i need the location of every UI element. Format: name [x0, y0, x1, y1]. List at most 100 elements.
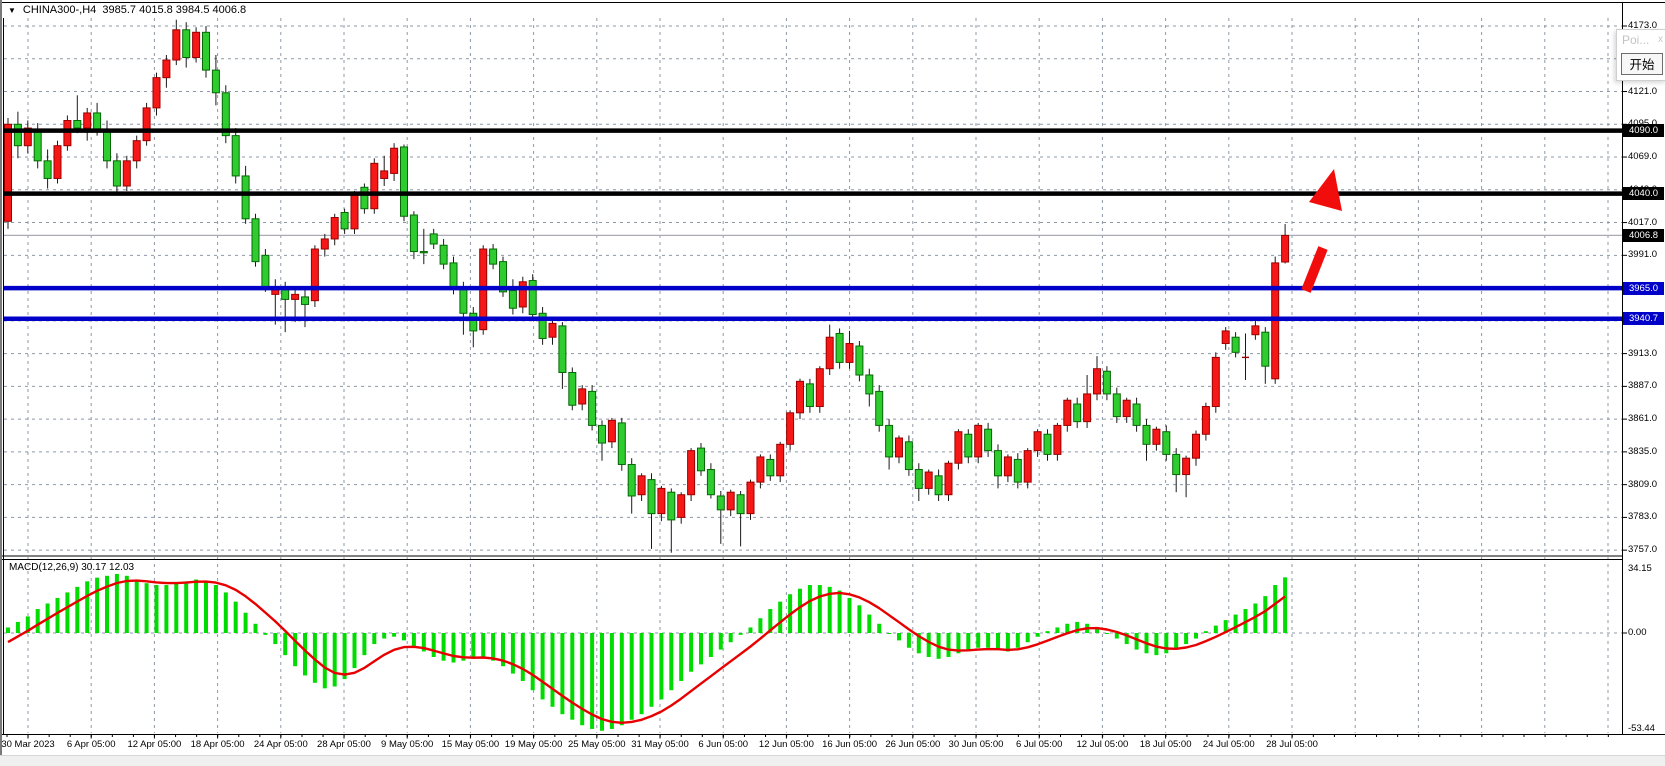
candle-bear — [450, 263, 457, 287]
macd-histogram-bar — [283, 633, 287, 655]
macd-histogram-bar — [273, 633, 277, 644]
time-axis-label: 24 Jul 05:00 — [1203, 739, 1255, 750]
time-axis-label: 26 Jun 05:00 — [885, 739, 940, 750]
time-axis-label: 6 Jul 05:00 — [1016, 739, 1062, 750]
time-axis-label: 24 Apr 05:00 — [254, 739, 308, 750]
start-button[interactable]: 开始 — [1621, 53, 1663, 75]
candle-bull — [787, 413, 794, 445]
candle-bull — [608, 420, 615, 441]
macd-histogram-bar — [204, 581, 208, 633]
candle-bull — [331, 218, 338, 239]
candle-bull — [1212, 357, 1219, 406]
chart-window: ▼CHINA300-,H4 3985.7 4015.8 3984.5 4006.… — [0, 0, 1665, 765]
macd-histogram-bar — [254, 624, 258, 633]
macd-histogram-bar — [541, 633, 545, 699]
macd-histogram-bar — [610, 633, 614, 729]
price-axis-label: 3835.0 — [1628, 446, 1657, 457]
candle-bear — [589, 391, 596, 425]
time-axis-label: 30 Mar 2023 — [1, 739, 54, 750]
candle-bull — [945, 463, 952, 495]
candle-bull — [727, 492, 734, 510]
macd-histogram-bar — [659, 633, 663, 699]
price-axis-label: 3913.0 — [1628, 348, 1657, 359]
candle-bull — [1034, 432, 1041, 451]
time-axis-label: 18 Apr 05:00 — [191, 739, 245, 750]
script-panel-title: Poi... — [1622, 33, 1649, 47]
macd-histogram-bar — [1055, 627, 1059, 633]
macd-histogram-bar — [491, 633, 495, 661]
macd-histogram-bar — [353, 633, 357, 668]
candle-bear — [628, 464, 635, 496]
candle-bull — [658, 488, 665, 513]
candle-bear — [698, 448, 705, 471]
macd-histogram-bar — [1046, 631, 1050, 633]
candle-bear — [866, 375, 873, 394]
macd-axis-max-label: 34.15 — [1628, 563, 1652, 574]
candle-bull — [193, 32, 200, 57]
candle-bull — [638, 476, 645, 495]
macd-histogram-bar — [739, 633, 743, 635]
candle-bear — [668, 492, 675, 520]
candle-bull — [311, 249, 318, 301]
candle-bear — [212, 70, 219, 93]
macd-histogram-bar — [224, 592, 228, 633]
macd-histogram-bar — [986, 633, 990, 648]
candle-bear — [599, 425, 606, 443]
price-axis-label: 3783.0 — [1628, 511, 1657, 522]
macd-histogram-bar — [135, 579, 139, 633]
candle-bear — [1044, 434, 1051, 454]
macd-histogram-bar — [323, 633, 327, 688]
macd-histogram-bar — [1174, 633, 1178, 650]
script-panel-window[interactable]: Poi... x 开始 — [1616, 29, 1665, 81]
candle-bear — [410, 215, 417, 252]
candle-bull — [1193, 434, 1200, 458]
macd-histogram-bar — [125, 576, 129, 633]
candle-bear — [203, 32, 210, 70]
macd-histogram-bar — [16, 622, 20, 633]
macd-histogram-bar — [877, 624, 881, 633]
candle-bear — [183, 30, 190, 58]
time-axis-label: 12 Jun 05:00 — [759, 739, 814, 750]
candle-bull — [955, 432, 962, 464]
macd-histogram-bar — [798, 589, 802, 633]
macd-histogram-bar — [630, 633, 634, 720]
macd-histogram-bar — [184, 581, 188, 633]
candle-bear — [242, 176, 249, 219]
macd-histogram-bar — [699, 633, 703, 664]
macd-histogram-bar — [174, 583, 178, 633]
candle-bear — [34, 131, 41, 161]
candle-bull — [1282, 235, 1289, 262]
chart-canvas[interactable] — [0, 0, 1665, 765]
price-axis-label: 3887.0 — [1628, 380, 1657, 391]
macd-histogram-bar — [402, 633, 406, 640]
macd-histogram-bar — [976, 633, 980, 648]
macd-histogram-bar — [620, 633, 624, 725]
candle-bull — [123, 161, 130, 186]
candle-bull — [381, 171, 388, 179]
macd-histogram-bar — [1036, 633, 1040, 637]
trend-arrow-shaft[interactable] — [1306, 248, 1323, 291]
macd-signal-line — [8, 581, 1285, 723]
candle-bear — [490, 249, 497, 264]
candle-bull — [1153, 429, 1160, 444]
candle-bull — [925, 472, 932, 488]
macd-histogram-bar — [897, 633, 901, 640]
candle-bull — [1252, 326, 1259, 335]
macd-histogram-bar — [857, 605, 861, 633]
candle-bull — [1064, 400, 1071, 425]
candle-bear — [985, 429, 992, 450]
macd-histogram-bar — [650, 633, 654, 707]
macd-indicator-label: MACD(12,26,9) 30.17 12.03 — [9, 562, 134, 573]
candle-bear — [1103, 371, 1110, 394]
macd-histogram-bar — [560, 633, 564, 714]
macd-histogram-bar — [887, 633, 891, 634]
candle-bear — [1074, 404, 1081, 422]
macd-histogram-bar — [1263, 596, 1267, 633]
close-icon[interactable]: x — [1658, 34, 1663, 45]
macd-histogram-bar — [343, 633, 347, 679]
time-axis-label: 30 Jun 05:00 — [949, 739, 1004, 750]
candle-bear — [1133, 404, 1140, 425]
candle-bull — [1222, 331, 1229, 344]
macd-histogram-bar — [580, 633, 584, 725]
time-axis-label: 9 May 05:00 — [381, 739, 433, 750]
